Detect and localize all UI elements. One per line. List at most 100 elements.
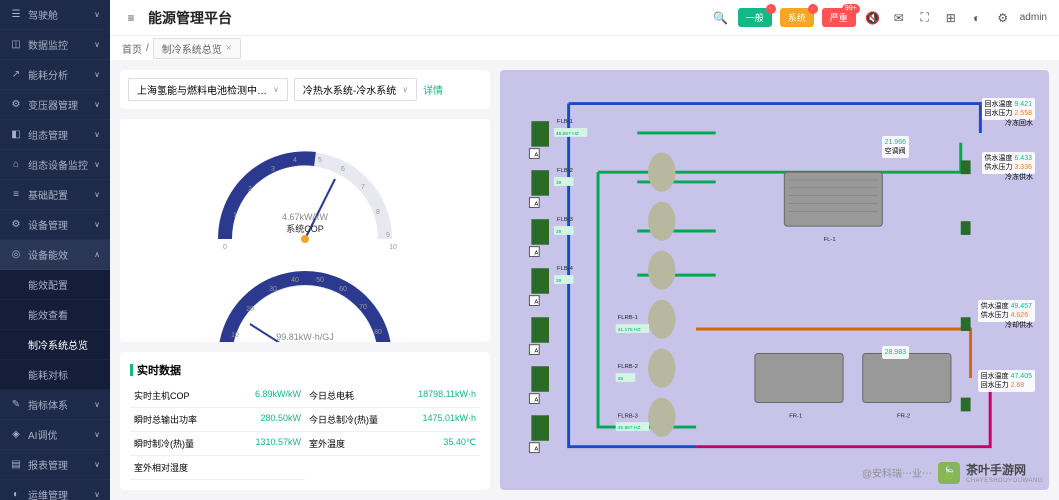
sidebar-item-dashboard[interactable]: ☰驾驶舱∨ — [0, 0, 110, 30]
sidebar-item-report[interactable]: ▤报表管理∨ — [0, 450, 110, 480]
filter-bar: 上海氢能与燃料电池检测中…∨ 冷热水系统-冷水系统∨ 详情 — [120, 70, 490, 109]
svg-text:A: A — [534, 152, 538, 158]
system-diagram[interactable]: A A A A A A A — [500, 70, 1049, 490]
status-valve-2: 28.983 — [882, 346, 909, 359]
badge: · — [766, 4, 776, 14]
sidebar-item-monitor[interactable]: ◫数据监控∨ — [0, 30, 110, 60]
badge: · — [808, 4, 818, 14]
svg-text:30: 30 — [269, 286, 277, 293]
theme-icon[interactable]: ◐ — [968, 9, 986, 27]
left-panel: 上海氢能与燃料电池检测中…∨ 冷热水系统-冷水系统∨ 详情 012 345 67… — [120, 70, 490, 490]
edit-icon: ✎ — [10, 399, 22, 411]
svg-text:FLRB-1: FLRB-1 — [618, 315, 638, 321]
list-icon: ≡ — [10, 189, 22, 201]
status-valve-1: 21.966 空调阀 — [882, 136, 909, 158]
sidebar-item-efficiency[interactable]: ◎设备能效∧ — [0, 240, 110, 270]
svg-text:FLB-2: FLB-2 — [557, 168, 573, 174]
system-select[interactable]: 冷热水系统-冷水系统∨ — [294, 78, 417, 101]
status-supply-cold: 供水温度 6.433 供水压力 3.336 — [982, 152, 1035, 174]
sound-icon[interactable]: 🔇 — [864, 9, 882, 27]
svg-text:20: 20 — [246, 306, 254, 313]
gauge-cop: 012 345 678 910 4.67kW/kW 系统COP — [195, 129, 415, 249]
breadcrumb-home[interactable]: 首页 — [122, 41, 142, 56]
gauge-unit: 01020 304050 607080 90100 99.81kW·h/GJ 系… — [195, 249, 415, 342]
label-cool: 冷却供水 — [1005, 320, 1033, 330]
user-name[interactable]: admin — [1020, 12, 1047, 23]
main-area: ≡ 能源管理平台 🔍 一般· 系统· 严重99+ 🔇 ✉ ⛶ ⊞ ◐ ⚙ adm… — [110, 0, 1059, 500]
sidebar-item-indicator[interactable]: ✎指标体系∨ — [0, 390, 110, 420]
monitor-icon: ◫ — [10, 39, 22, 51]
svg-text:FLB-3: FLB-3 — [557, 217, 574, 223]
content: 上海氢能与燃料电池检测中…∨ 冷热水系统-冷水系统∨ 详情 012 345 67… — [110, 60, 1059, 500]
svg-text:39: 39 — [556, 229, 562, 235]
settings-icon[interactable]: ⚙ — [994, 9, 1012, 27]
sidebar-sub-cooling[interactable]: 制冷系统总览 — [0, 330, 110, 360]
apps-icon[interactable]: ⊞ — [942, 9, 960, 27]
svg-text:FR-2: FR-2 — [897, 413, 910, 419]
search-icon[interactable]: 🔍 — [712, 9, 730, 27]
svg-text:39: 39 — [618, 376, 624, 382]
house-icon: ⌂ — [10, 159, 22, 171]
location-select[interactable]: 上海氢能与燃料电池检测中…∨ — [128, 78, 288, 101]
gauge-cop-title: 系统COP — [195, 222, 415, 235]
alert-system-button[interactable]: 系统· — [780, 8, 814, 27]
chart-icon: ↗ — [10, 69, 22, 81]
rt-row: 室外相对湿度 — [130, 456, 305, 480]
svg-text:2: 2 — [248, 186, 252, 193]
breadcrumb: 首页 / 制冷系统总览× — [110, 36, 1059, 60]
svg-text:FLB-1: FLB-1 — [557, 119, 573, 125]
svg-text:FR-1: FR-1 — [789, 413, 802, 419]
label-return: 冷冻回水 — [1005, 118, 1033, 128]
realtime-card: 实时数据 实时主机COP6.89kW/kW 今日总电耗18798.11kW·h … — [120, 352, 490, 490]
breadcrumb-current[interactable]: 制冷系统总览× — [153, 38, 241, 59]
sidebar-sub-benchmark[interactable]: 能耗对标 — [0, 360, 110, 390]
svg-text:7: 7 — [361, 184, 365, 191]
sidebar-item-analysis[interactable]: ↗能耗分析∨ — [0, 60, 110, 90]
svg-text:A: A — [534, 300, 538, 306]
svg-text:45.867 HZ: 45.867 HZ — [556, 131, 579, 137]
svg-text:70: 70 — [359, 304, 367, 311]
status-return-cool: 回水温度 47.405 回水压力 2.68 — [978, 370, 1035, 392]
svg-text:39: 39 — [556, 180, 562, 186]
app-title: 能源管理平台 — [148, 8, 232, 28]
status-supply-cool: 供水温度 49.457 供水压力 4.626 — [978, 300, 1035, 322]
svg-text:A: A — [534, 447, 538, 453]
expand-icon[interactable]: ⛶ — [916, 9, 934, 27]
svg-text:A: A — [534, 398, 538, 404]
detail-link[interactable]: 详情 — [423, 82, 443, 97]
svg-text:6: 6 — [341, 166, 345, 173]
layout-icon: ◧ — [10, 129, 22, 141]
close-icon[interactable]: × — [226, 43, 232, 54]
sidebar-item-ops[interactable]: ◐运维管理∨ — [0, 480, 110, 500]
report-icon: ▤ — [10, 459, 22, 471]
alert-general-button[interactable]: 一般· — [738, 8, 772, 27]
rt-row: 室外温度35.40℃ — [305, 432, 480, 456]
alert-critical-button[interactable]: 严重99+ — [822, 8, 856, 27]
dashboard-icon: ☰ — [10, 9, 22, 21]
svg-text:FLRB-2: FLRB-2 — [618, 364, 638, 370]
sidebar-item-ai[interactable]: ◈AI调优∨ — [0, 420, 110, 450]
sidebar-item-config[interactable]: ◧组态管理∨ — [0, 120, 110, 150]
gear-icon: ⚙ — [10, 219, 22, 231]
header: ≡ 能源管理平台 🔍 一般· 系统· 严重99+ 🔇 ✉ ⛶ ⊞ ◐ ⚙ adm… — [110, 0, 1059, 36]
sidebar-sub-effconfig[interactable]: 能效配置 — [0, 270, 110, 300]
sidebar: ☰驾驶舱∨ ◫数据监控∨ ↗能耗分析∨ ⚙变压器管理∨ ◧组态管理∨ ⌂组态设备… — [0, 0, 110, 500]
chevron-down-icon: ∨ — [273, 85, 279, 94]
sidebar-item-devmgmt[interactable]: ⚙设备管理∨ — [0, 210, 110, 240]
svg-text:41.175 HZ: 41.175 HZ — [618, 327, 641, 333]
svg-text:3: 3 — [271, 166, 275, 173]
rt-row: 瞬时总输出功率280.50kW — [130, 408, 305, 432]
svg-text:40: 40 — [291, 277, 299, 284]
gauge-cop-value: 4.67kW/kW — [195, 212, 415, 222]
rt-row: 今日总电耗18798.11kW·h — [305, 384, 480, 408]
menu-toggle-icon[interactable]: ≡ — [122, 9, 140, 27]
sidebar-item-transformer[interactable]: ⚙变压器管理∨ — [0, 90, 110, 120]
sidebar-sub-effview[interactable]: 能效查看 — [0, 300, 110, 330]
target-icon: ◎ — [10, 249, 22, 261]
sidebar-item-devmon[interactable]: ⌂组态设备监控∨ — [0, 150, 110, 180]
sidebar-item-baseconfig[interactable]: ≡基础配置∨ — [0, 180, 110, 210]
ops-icon: ◐ — [10, 489, 22, 500]
svg-text:39: 39 — [556, 278, 562, 284]
watermark: @安科瑞⋯业⋯ 🍃 茶叶手游网 CHAYESHOUYOUWANG — [862, 461, 1043, 484]
mail-icon[interactable]: ✉ — [890, 9, 908, 27]
